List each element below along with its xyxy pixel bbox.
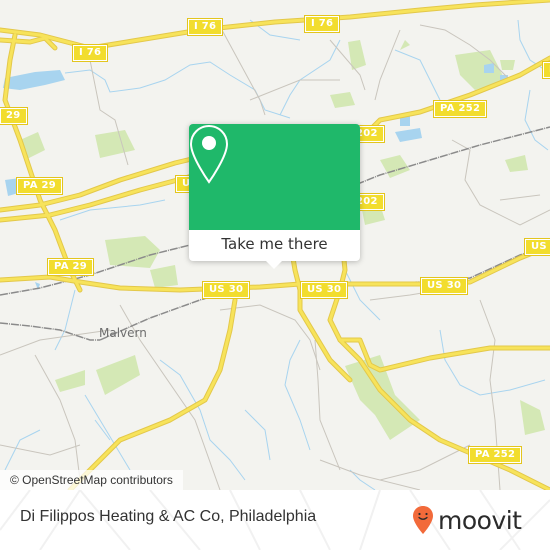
road-shield-pa29: PA 29 bbox=[46, 258, 95, 276]
road-shield-pa252: PA 252 bbox=[467, 446, 523, 464]
moovit-pin-icon bbox=[413, 506, 433, 534]
road-shield-us30: US 30 bbox=[419, 277, 469, 295]
location-pin-icon bbox=[189, 124, 229, 184]
road-shield-pa29: 29 bbox=[0, 107, 28, 125]
road-shield-us30: US 30 bbox=[201, 281, 251, 299]
moovit-logo[interactable]: moovit bbox=[412, 503, 522, 537]
road-shield-pa252: PA 252 bbox=[432, 100, 488, 118]
road-shield-i76: I 76 bbox=[186, 18, 224, 36]
road-shield-i76: I 76 bbox=[303, 15, 341, 33]
road-shield-pa29: PA 29 bbox=[15, 177, 64, 195]
road-shield-pa252: PA 252 bbox=[541, 61, 550, 79]
moovit-wordmark: moovit bbox=[438, 505, 522, 535]
business-name: Di Filippos Heating & AC Co, Philadelphi… bbox=[20, 508, 317, 525]
take-me-there-button[interactable]: Take me there bbox=[189, 230, 360, 261]
place-label-malvern: Malvern bbox=[99, 326, 147, 340]
road-shield-us30: US 30 bbox=[299, 281, 349, 299]
popup-pointer bbox=[266, 261, 282, 269]
map[interactable]: I 76 I 76 I 76 29 PA 29 PA 29 US 202 202… bbox=[0, 0, 550, 490]
location-popup: Take me there bbox=[189, 124, 360, 269]
road-shield-us30: US 30 bbox=[523, 238, 550, 256]
road-shield-i76: I 76 bbox=[71, 44, 109, 62]
footer: Di Filippos Heating & AC Co, Philadelphi… bbox=[0, 490, 550, 550]
popup-header bbox=[189, 124, 360, 230]
map-attribution[interactable]: © OpenStreetMap contributors bbox=[0, 470, 183, 490]
